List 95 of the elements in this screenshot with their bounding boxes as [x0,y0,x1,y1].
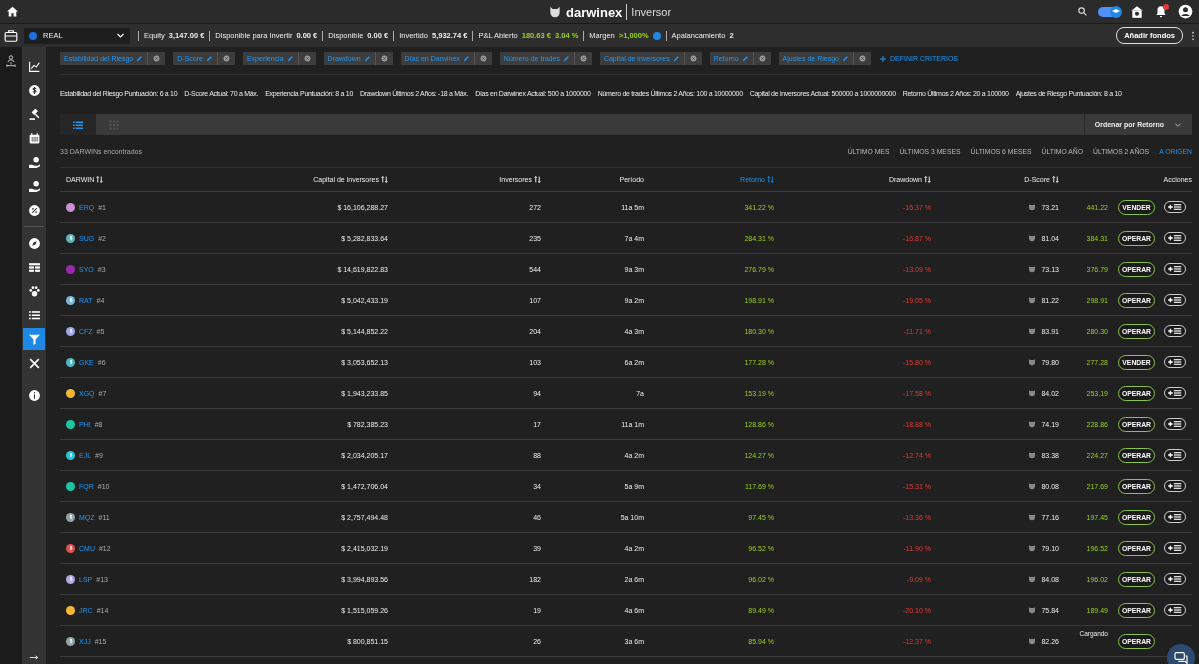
remove-icon[interactable] [380,55,388,62]
filter-icon [27,332,41,346]
add-to-list-button[interactable] [1164,294,1186,306]
plus-list-icon [1168,234,1182,242]
shield-icon [1028,389,1037,397]
chat-icon [1173,650,1189,664]
cat-logo-icon [548,5,562,19]
academy-toggle[interactable] [1098,6,1120,17]
bank-house-icon[interactable] [1130,4,1144,19]
remove-icon[interactable] [153,55,161,62]
chart-line-icon [27,59,41,73]
shield-icon [1028,420,1037,428]
shield-icon [1028,513,1037,521]
plus-icon [879,54,887,63]
shield-icon [1028,575,1037,583]
shield-icon [1028,358,1037,366]
plus-list-icon [1168,420,1182,428]
hand-coin-icon [27,155,41,169]
home-icon[interactable] [6,5,19,18]
add-to-list-button[interactable] [1164,418,1186,430]
section-title: Inversor [631,6,672,18]
pencil-icon[interactable] [286,55,294,62]
plus-list-icon [1168,358,1182,366]
plus-list-icon [1168,606,1182,614]
plus-list-icon [1168,327,1182,335]
add-to-list-button[interactable] [1164,449,1186,461]
add-to-list-button[interactable] [1164,542,1186,554]
brand-name: darwinex [566,4,623,20]
add-to-list-button[interactable] [1164,480,1186,492]
shield-icon [1028,296,1037,304]
chevron-down-icon [116,31,125,40]
shield-icon [1028,606,1037,614]
remove-icon[interactable] [758,55,766,62]
hand-coin-icon [27,179,41,193]
plus-list-icon [1168,203,1182,211]
chat-button[interactable] [1167,644,1195,664]
remove-icon[interactable] [859,55,866,62]
shield-icon [1028,482,1037,490]
add-to-list-button[interactable] [1164,325,1186,337]
add-to-list-button[interactable] [1164,232,1186,244]
shield-icon [1028,203,1037,211]
briefcase-icon[interactable] [4,28,18,43]
plus-list-icon [1168,544,1182,552]
remove-icon[interactable] [689,55,697,62]
shield-icon [1028,637,1037,645]
graduation-cap-icon [1110,5,1122,18]
add-to-list-button[interactable] [1164,201,1186,213]
shield-icon [1028,327,1037,335]
add-to-list-button[interactable] [1164,604,1186,616]
pencil-icon[interactable] [462,55,470,62]
account-dot [29,31,37,40]
add-to-list-button[interactable] [1164,387,1186,399]
view-tab[interactable] [60,114,96,135]
pencil-icon[interactable] [842,55,849,62]
user-icon[interactable] [1178,4,1193,19]
calendar-icon [27,131,41,145]
gavel-icon [27,107,41,121]
remove-icon[interactable] [222,55,230,62]
grid-icon [107,118,121,131]
add-to-list-button[interactable] [1164,511,1186,523]
pencil-icon[interactable] [741,55,749,62]
more-icon[interactable] [1191,30,1195,41]
paw-icon [27,284,41,298]
plus-list-icon [1168,575,1182,583]
pencil-icon[interactable] [205,55,213,62]
plus-list-icon [1168,296,1182,304]
shield-icon [1028,234,1037,242]
remove-icon[interactable] [579,55,587,62]
search-icon[interactable] [1077,6,1088,17]
shield-icon [1028,544,1037,552]
plus-list-icon [1168,389,1182,397]
shield-icon [1028,451,1037,459]
shield-icon [1028,265,1037,273]
add-to-list-button[interactable] [1164,356,1186,368]
add-to-list-button[interactable] [1164,263,1186,275]
plus-list-icon [1168,482,1182,490]
bell-icon[interactable] [1154,4,1168,19]
chevron-down-icon [1174,120,1182,129]
pencil-icon[interactable] [672,55,680,62]
add-to-list-button[interactable] [1164,573,1186,585]
list-icon [27,308,41,322]
plus-list-icon [1168,265,1182,273]
plus-list-icon [1168,513,1182,521]
remove-icon[interactable] [303,55,311,62]
remove-icon[interactable] [479,55,487,62]
info-icon [27,388,41,402]
pencil-icon[interactable] [363,55,371,62]
table-icon [27,260,41,274]
plus-list-icon [1168,451,1182,459]
pencil-icon[interactable] [562,55,570,62]
pencil-icon[interactable] [136,55,144,62]
percent-icon [27,203,41,217]
arrow-right-icon[interactable] [29,655,39,660]
compass-icon [27,236,41,250]
people-network-icon[interactable] [4,54,18,68]
